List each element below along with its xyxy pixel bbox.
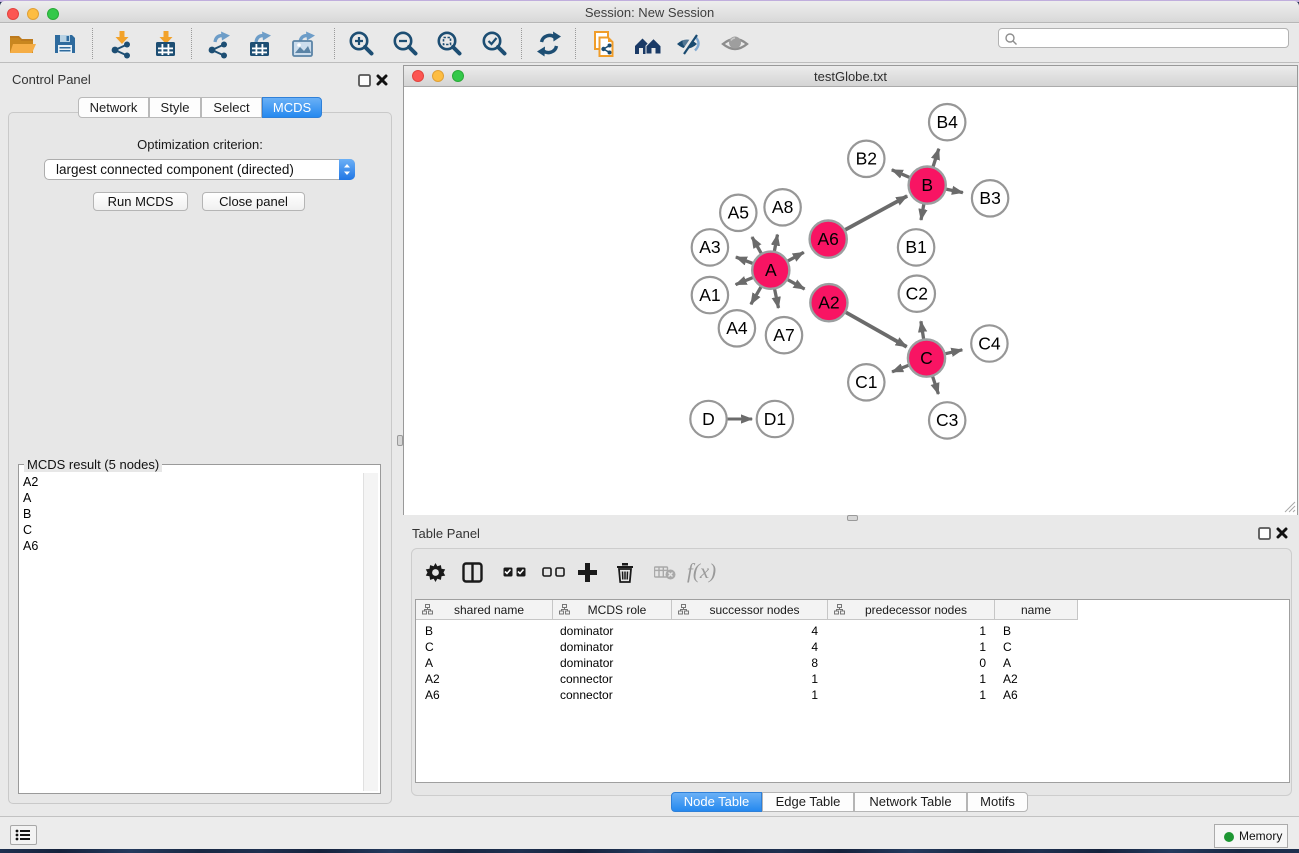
svg-text:C3: C3: [936, 410, 958, 430]
svg-text:A6: A6: [817, 229, 838, 249]
svg-text:A3: A3: [699, 237, 720, 257]
svg-text:A7: A7: [773, 325, 794, 345]
svg-text:D1: D1: [764, 409, 786, 429]
svg-text:B1: B1: [905, 237, 926, 257]
svg-text:A1: A1: [699, 285, 720, 305]
svg-text:D: D: [702, 409, 715, 429]
svg-text:A8: A8: [772, 197, 793, 217]
svg-text:C2: C2: [906, 284, 928, 304]
svg-text:B3: B3: [979, 188, 1000, 208]
svg-text:C1: C1: [855, 372, 877, 392]
svg-text:A5: A5: [728, 203, 749, 223]
svg-text:C4: C4: [978, 333, 1001, 353]
svg-text:C: C: [920, 348, 933, 368]
svg-text:A: A: [765, 260, 777, 280]
svg-text:A4: A4: [726, 318, 748, 338]
svg-text:B2: B2: [856, 149, 877, 169]
svg-text:B4: B4: [936, 112, 958, 132]
svg-text:A2: A2: [818, 293, 839, 313]
svg-text:B: B: [921, 175, 933, 195]
